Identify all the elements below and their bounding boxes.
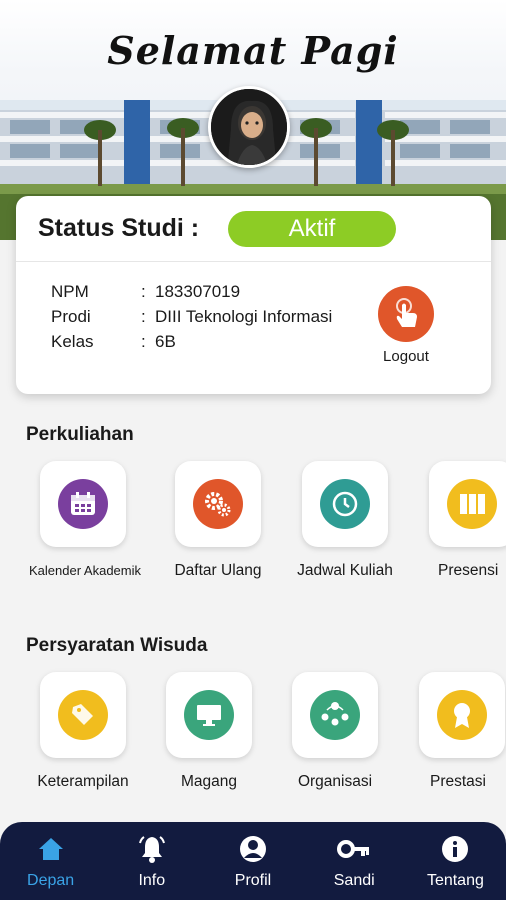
menu-organisasi[interactable] bbox=[292, 672, 378, 758]
student-info: NPM : 183307019 Prodi : DIII Teknologi I… bbox=[51, 282, 332, 357]
nav-tentang[interactable]: Tentang bbox=[405, 822, 506, 900]
menu-label: Magang bbox=[180, 773, 237, 790]
info-value: 6B bbox=[155, 332, 176, 351]
info-key: NPM bbox=[51, 282, 89, 301]
bell-icon bbox=[101, 832, 202, 866]
section-title-wisuda: Persyaratan Wisuda bbox=[26, 635, 208, 656]
nav-label: Sandi bbox=[333, 872, 375, 889]
menu-daftar-ulang[interactable] bbox=[175, 461, 261, 547]
tag-icon bbox=[58, 690, 108, 740]
info-row-kelas: Kelas : 6B bbox=[51, 332, 332, 357]
info-row-prodi: Prodi : DIII Teknologi Informasi bbox=[51, 307, 332, 332]
info-value: DIII Teknologi Informasi bbox=[155, 307, 333, 326]
nav-label: Depan bbox=[27, 872, 75, 889]
status-card: Status Studi : Aktif NPM : 183307019 Pro… bbox=[16, 196, 491, 394]
key-icon bbox=[304, 832, 405, 866]
info-value: 183307019 bbox=[155, 282, 241, 301]
nav-sandi[interactable]: Sandi bbox=[304, 822, 405, 900]
menu-keterampilan[interactable] bbox=[40, 672, 126, 758]
menu-label: Presensi bbox=[438, 562, 499, 579]
menu-label: Jadwal Kuliah bbox=[297, 562, 393, 579]
menu-magang[interactable] bbox=[166, 672, 252, 758]
nav-profil[interactable]: Profil bbox=[202, 822, 303, 900]
monitor-icon bbox=[184, 690, 234, 740]
info-row-npm: NPM : 183307019 bbox=[51, 282, 332, 307]
info-key: Prodi bbox=[51, 307, 91, 326]
clock-icon bbox=[320, 479, 370, 529]
gears-icon bbox=[193, 479, 243, 529]
status-badge: Aktif bbox=[228, 211, 396, 247]
info-key: Kelas bbox=[51, 332, 94, 351]
menu-label: Kalender Akademik bbox=[28, 563, 141, 578]
menu-kalender-akademik[interactable] bbox=[40, 461, 126, 547]
menu-label: Prestasi bbox=[430, 773, 486, 790]
status-label: Status Studi : bbox=[38, 214, 200, 242]
info-separator: : bbox=[141, 307, 146, 326]
tap-hand-icon bbox=[378, 286, 434, 342]
nav-info[interactable]: Info bbox=[101, 822, 202, 900]
menu-jadwal-kuliah[interactable] bbox=[302, 461, 388, 547]
user-icon bbox=[202, 832, 303, 866]
medal-icon bbox=[437, 690, 487, 740]
greeting-title: Selamat Pagi bbox=[107, 28, 399, 73]
status-row: Status Studi : Aktif bbox=[16, 196, 491, 262]
nav-label: Info bbox=[138, 872, 166, 889]
binders-icon bbox=[447, 479, 497, 529]
info-separator: : bbox=[141, 332, 146, 351]
section-title-perkuliahan: Perkuliahan bbox=[26, 424, 134, 445]
info-icon bbox=[405, 832, 506, 866]
nav-label: Profil bbox=[234, 872, 272, 889]
menu-presensi[interactable] bbox=[429, 461, 506, 547]
menu-label: Daftar Ulang bbox=[174, 562, 262, 579]
people-icon bbox=[310, 690, 360, 740]
menu-label: Organisasi bbox=[297, 773, 373, 790]
calendar-icon bbox=[58, 479, 108, 529]
logout-button[interactable]: Logout bbox=[374, 286, 438, 365]
info-separator: : bbox=[141, 282, 146, 301]
bottom-navigation: Depan Info Profil Sandi Tentang bbox=[0, 822, 506, 900]
nav-depan[interactable]: Depan bbox=[0, 822, 101, 900]
logout-label: Logout bbox=[383, 348, 429, 365]
menu-label: Keterampilan bbox=[37, 773, 129, 790]
home-icon bbox=[0, 832, 101, 866]
nav-label: Tentang bbox=[426, 872, 484, 889]
menu-prestasi[interactable] bbox=[419, 672, 505, 758]
profile-avatar[interactable] bbox=[208, 86, 290, 168]
